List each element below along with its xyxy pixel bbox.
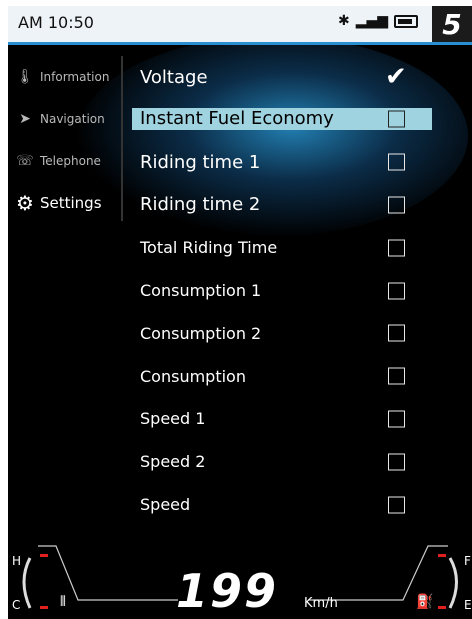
navigation-arrow-icon: ➤ — [19, 111, 31, 127]
list-item[interactable]: Total Riding Time — [132, 226, 432, 269]
list-item[interactable]: Speed — [132, 483, 432, 526]
checkbox[interactable] — [388, 282, 405, 300]
list-item-label: Consumption — [140, 366, 246, 386]
fuel-pump-icon: ⛽ — [416, 594, 434, 610]
checkbox[interactable] — [388, 453, 405, 471]
checkbox[interactable] — [388, 496, 405, 514]
list-item[interactable]: Speed 2 — [132, 440, 432, 483]
gear-icon: ⚙ — [16, 191, 34, 215]
fuel-full-label: F — [464, 554, 471, 568]
status-icons: ✱ ▂▄▆ — [338, 13, 419, 29]
temp-high-label: H — [12, 554, 22, 568]
checkmark-icon[interactable]: ✔ — [385, 64, 407, 90]
signal-icon: ▂▄▆ — [355, 13, 389, 29]
settings-list: Voltage ✔ Instant Fuel Economy Riding ti… — [132, 56, 432, 526]
list-item[interactable]: Riding time 2 — [132, 184, 432, 227]
list-item-label: Consumption 1 — [140, 281, 262, 301]
dashboard-screen: AM 10:50 ✱ ▂▄▆ 5 🌡 Information ➤ Navigat… — [8, 6, 472, 619]
list-item-label: Speed 1 — [140, 409, 206, 429]
speed-readout: 199 — [176, 564, 279, 618]
list-item-label: Riding time 1 — [140, 151, 261, 173]
battery-icon — [394, 14, 419, 28]
list-item-label: Instant Fuel Economy — [140, 108, 334, 130]
speed-unit: Km/h — [304, 596, 338, 611]
sidebar-item-settings[interactable]: ⚙ Settings — [8, 182, 120, 224]
sidebar-item-telephone[interactable]: ☏ Telephone — [8, 140, 120, 182]
phone-icon: ☏ — [16, 153, 34, 169]
list-item-label: Riding time 2 — [140, 194, 261, 216]
status-bar: AM 10:50 ✱ ▂▄▆ 5 — [8, 6, 472, 45]
checkbox[interactable] — [388, 110, 405, 128]
sidebar-item-label: Navigation — [40, 112, 105, 126]
checkbox[interactable] — [388, 367, 405, 385]
list-item-label: Consumption 2 — [140, 323, 262, 343]
list-item[interactable]: Speed 1 — [132, 398, 432, 441]
list-item[interactable]: Consumption — [132, 355, 432, 398]
checkbox[interactable] — [388, 196, 405, 214]
list-item[interactable]: Voltage ✔ — [132, 56, 432, 99]
sidebar-menu: 🌡 Information ➤ Navigation ☏ Telephone ⚙… — [8, 56, 120, 224]
brand-logo: 5 — [432, 6, 472, 42]
list-item[interactable]: Consumption 1 — [132, 269, 432, 312]
list-item-label: Speed — [140, 495, 191, 515]
sidebar-item-navigation[interactable]: ➤ Navigation — [8, 98, 120, 140]
fuel-empty-label: E — [464, 598, 472, 612]
coolant-temp-icon: ⫴ — [60, 594, 66, 610]
list-item[interactable]: Riding time 1 — [132, 141, 432, 184]
sidebar-item-label: Telephone — [40, 154, 101, 168]
sidebar-divider — [121, 56, 123, 221]
list-item-label: Total Riding Time — [140, 238, 278, 258]
checkbox[interactable] — [388, 239, 405, 257]
checkbox[interactable] — [388, 410, 405, 428]
list-item-selected[interactable]: Instant Fuel Economy — [132, 107, 432, 130]
temp-low-label: C — [12, 598, 21, 612]
checkbox[interactable] — [388, 153, 405, 171]
sidebar-item-label: Information — [40, 70, 110, 84]
sidebar-item-label: Settings — [40, 194, 102, 212]
list-item[interactable]: Consumption 2 — [132, 312, 432, 355]
instrument-cluster: H C ⫴ 199 Km/h ⛽ F E — [8, 536, 472, 619]
sidebar-item-information[interactable]: 🌡 Information — [8, 56, 120, 98]
clock: AM 10:50 — [18, 13, 94, 32]
list-item-label: Speed 2 — [140, 452, 206, 472]
bluetooth-icon: ✱ — [338, 13, 350, 29]
list-item-label: Voltage — [140, 66, 208, 88]
thermometer-icon: 🌡 — [16, 69, 34, 85]
checkbox[interactable] — [388, 324, 405, 342]
